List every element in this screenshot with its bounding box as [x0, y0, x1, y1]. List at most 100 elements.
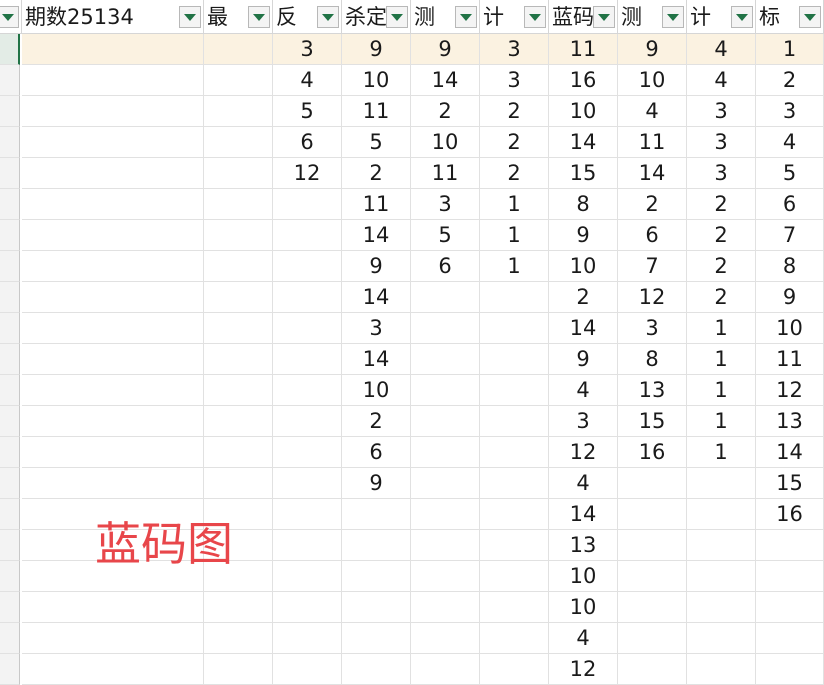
cell-i[interactable]: 15	[618, 406, 687, 437]
cell-g[interactable]	[480, 344, 549, 375]
row-gutter[interactable]	[0, 592, 20, 623]
row-gutter[interactable]	[0, 189, 20, 220]
cell-d[interactable]	[273, 654, 342, 685]
cell-e[interactable]: 6	[342, 437, 411, 468]
cell-e[interactable]: 10	[342, 375, 411, 406]
cell-k[interactable]	[756, 654, 824, 685]
cell-g[interactable]	[480, 561, 549, 592]
cell-b[interactable]	[22, 34, 204, 65]
cell-d[interactable]: 12	[273, 158, 342, 189]
cell-h[interactable]: 4	[549, 468, 618, 499]
cell-c[interactable]	[204, 468, 273, 499]
cell-d[interactable]	[273, 313, 342, 344]
cell-k[interactable]: 6	[756, 189, 824, 220]
cell-j[interactable]: 3	[687, 96, 756, 127]
cell-k[interactable]	[756, 592, 824, 623]
cell-d[interactable]	[273, 499, 342, 530]
cell-i[interactable]: 14	[618, 158, 687, 189]
cell-f[interactable]	[411, 530, 480, 561]
cell-h[interactable]: 14	[549, 313, 618, 344]
cell-c[interactable]	[204, 127, 273, 158]
spreadsheet-grid[interactable]: 期数25134 最反杀定测计蓝码测计标 3 9 9 3 11 9 4 1 4 10 14 3 16 10 4 2 5…	[0, 0, 824, 685]
cell-j[interactable]: 1	[687, 375, 756, 406]
column-header-i[interactable]: 测	[618, 0, 687, 34]
cell-e[interactable]	[342, 499, 411, 530]
cell-h[interactable]: 13	[549, 530, 618, 561]
cell-e[interactable]: 11	[342, 96, 411, 127]
cell-j[interactable]: 1	[687, 437, 756, 468]
cell-i[interactable]: 11	[618, 127, 687, 158]
cell-h[interactable]: 12	[549, 654, 618, 685]
cell-g[interactable]: 1	[480, 251, 549, 282]
filter-dropdown-icon[interactable]	[593, 6, 615, 28]
cell-e[interactable]: 14	[342, 282, 411, 313]
cell-b[interactable]	[22, 406, 204, 437]
cell-d[interactable]	[273, 530, 342, 561]
cell-b[interactable]	[22, 592, 204, 623]
cell-g[interactable]: 2	[480, 158, 549, 189]
filter-dropdown-icon[interactable]	[386, 6, 408, 28]
cell-b[interactable]	[22, 623, 204, 654]
cell-j[interactable]: 2	[687, 251, 756, 282]
cell-i[interactable]: 8	[618, 344, 687, 375]
cell-k[interactable]	[756, 530, 824, 561]
cell-j[interactable]: 4	[687, 65, 756, 96]
cell-g[interactable]: 1	[480, 220, 549, 251]
row-gutter[interactable]	[0, 375, 20, 406]
cell-k[interactable]: 15	[756, 468, 824, 499]
cell-f[interactable]	[411, 623, 480, 654]
cell-i[interactable]	[618, 468, 687, 499]
cell-e[interactable]	[342, 561, 411, 592]
cell-i[interactable]: 3	[618, 313, 687, 344]
cell-e[interactable]: 2	[342, 406, 411, 437]
cell-d[interactable]	[273, 592, 342, 623]
cell-j[interactable]: 3	[687, 127, 756, 158]
cell-i[interactable]: 13	[618, 375, 687, 406]
cell-i[interactable]	[618, 654, 687, 685]
row-gutter[interactable]	[0, 127, 20, 158]
cell-c[interactable]	[204, 282, 273, 313]
cell-i[interactable]	[618, 592, 687, 623]
cell-d[interactable]	[273, 189, 342, 220]
filter-dropdown-icon[interactable]	[0, 6, 19, 28]
cell-g[interactable]	[480, 468, 549, 499]
cell-h[interactable]: 14	[549, 127, 618, 158]
cell-d[interactable]: 5	[273, 96, 342, 127]
cell-j[interactable]	[687, 499, 756, 530]
cell-b[interactable]	[22, 251, 204, 282]
cell-f[interactable]	[411, 406, 480, 437]
cell-h[interactable]: 15	[549, 158, 618, 189]
cell-e[interactable]: 10	[342, 65, 411, 96]
cell-d[interactable]	[273, 623, 342, 654]
cell-b[interactable]	[22, 468, 204, 499]
cell-k[interactable]: 1	[756, 34, 824, 65]
cell-f[interactable]: 10	[411, 127, 480, 158]
cell-c[interactable]	[204, 65, 273, 96]
cell-h[interactable]: 10	[549, 592, 618, 623]
filter-dropdown-icon[interactable]	[179, 6, 201, 28]
row-gutter[interactable]	[0, 344, 20, 375]
cell-f[interactable]: 3	[411, 189, 480, 220]
cell-b[interactable]	[22, 344, 204, 375]
cell-k[interactable]: 7	[756, 220, 824, 251]
cell-j[interactable]	[687, 468, 756, 499]
cell-c[interactable]	[204, 592, 273, 623]
cell-k[interactable]: 11	[756, 344, 824, 375]
cell-f[interactable]	[411, 592, 480, 623]
column-header-d[interactable]: 反	[273, 0, 342, 34]
cell-e[interactable]: 11	[342, 189, 411, 220]
cell-f[interactable]	[411, 375, 480, 406]
cell-f[interactable]: 9	[411, 34, 480, 65]
cell-d[interactable]	[273, 220, 342, 251]
cell-f[interactable]: 6	[411, 251, 480, 282]
cell-e[interactable]: 9	[342, 251, 411, 282]
row-gutter[interactable]	[0, 406, 20, 437]
cell-h[interactable]: 10	[549, 251, 618, 282]
cell-k[interactable]	[756, 561, 824, 592]
cell-d[interactable]	[273, 468, 342, 499]
cell-c[interactable]	[204, 623, 273, 654]
cell-b[interactable]	[22, 220, 204, 251]
cell-h[interactable]: 10	[549, 96, 618, 127]
cell-i[interactable]: 2	[618, 189, 687, 220]
column-header-k[interactable]: 标	[756, 0, 824, 34]
